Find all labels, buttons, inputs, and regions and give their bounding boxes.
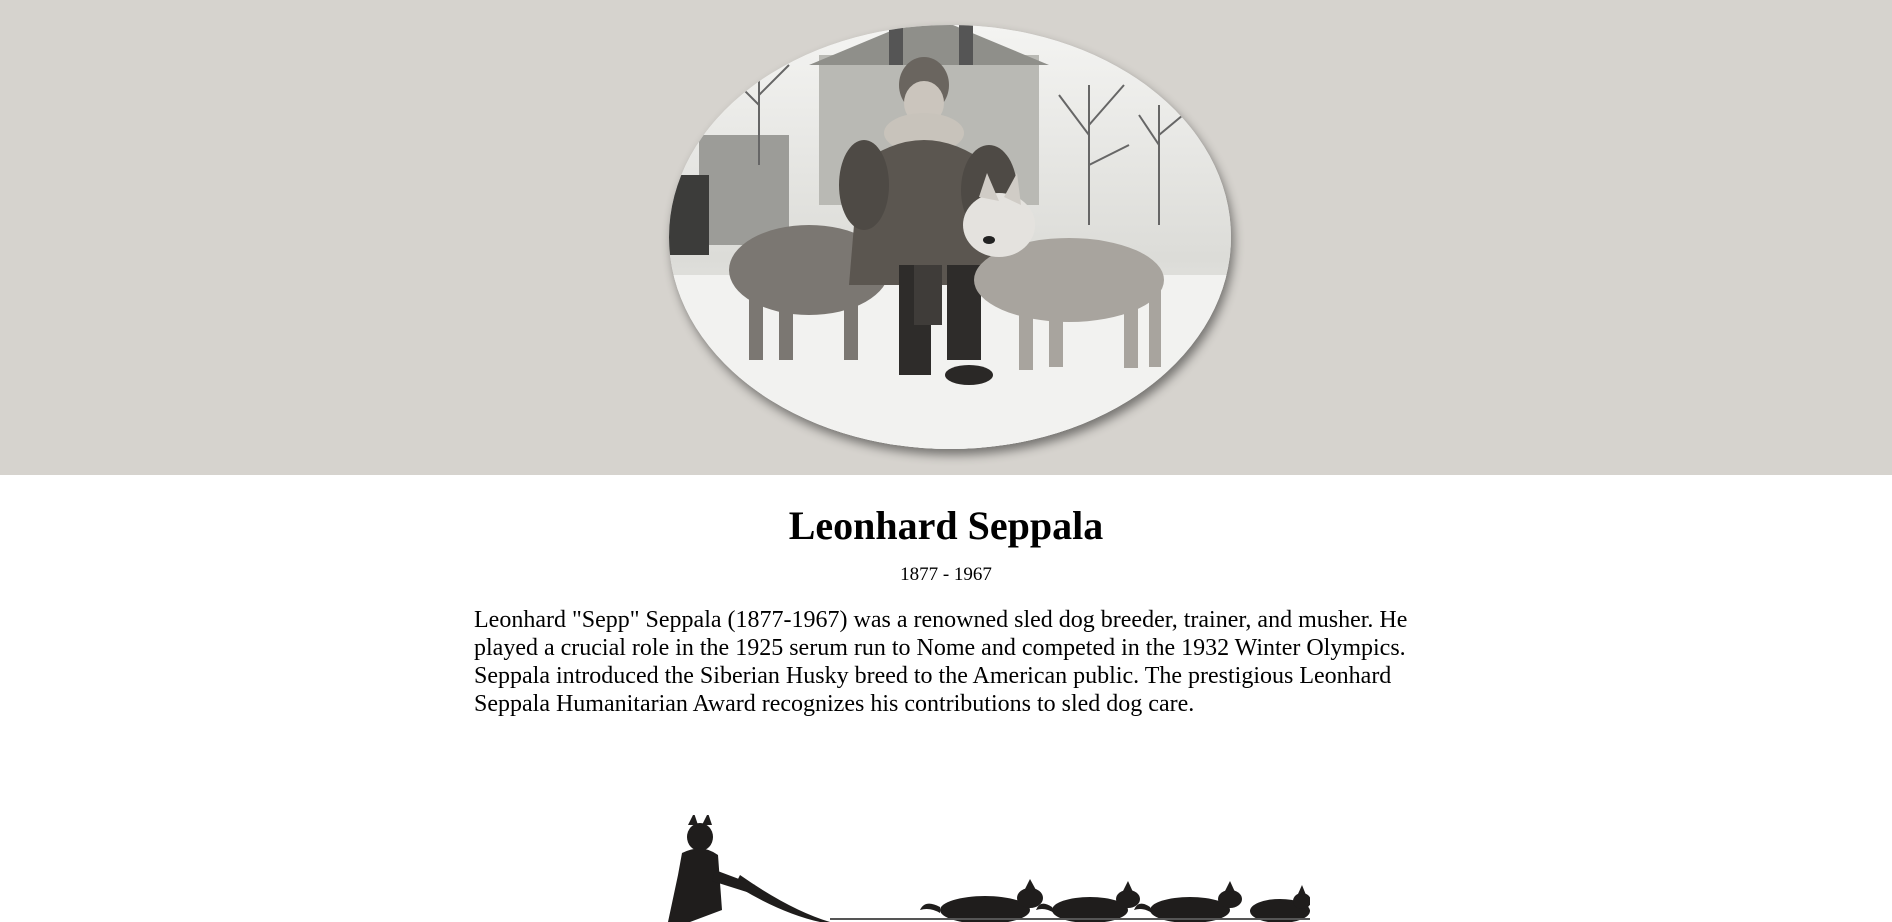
portrait-photo	[669, 25, 1231, 449]
biography-text: Leonhard "Sepp" Seppala (1877-1967) was …	[474, 607, 1408, 717]
sled-dog-4	[1250, 885, 1310, 922]
hero-banner	[0, 0, 1892, 475]
portrait-image	[669, 25, 1231, 449]
sled-dog-team-silhouette	[668, 815, 1310, 922]
life-dates: 1877 - 1967	[900, 564, 992, 585]
sled-dog-1	[920, 879, 1043, 922]
musher-head	[687, 823, 713, 851]
page-title: Leonhard Seppala	[788, 503, 1104, 548]
sled-dog-2	[1036, 881, 1140, 922]
sled-dog-3	[1134, 881, 1242, 922]
